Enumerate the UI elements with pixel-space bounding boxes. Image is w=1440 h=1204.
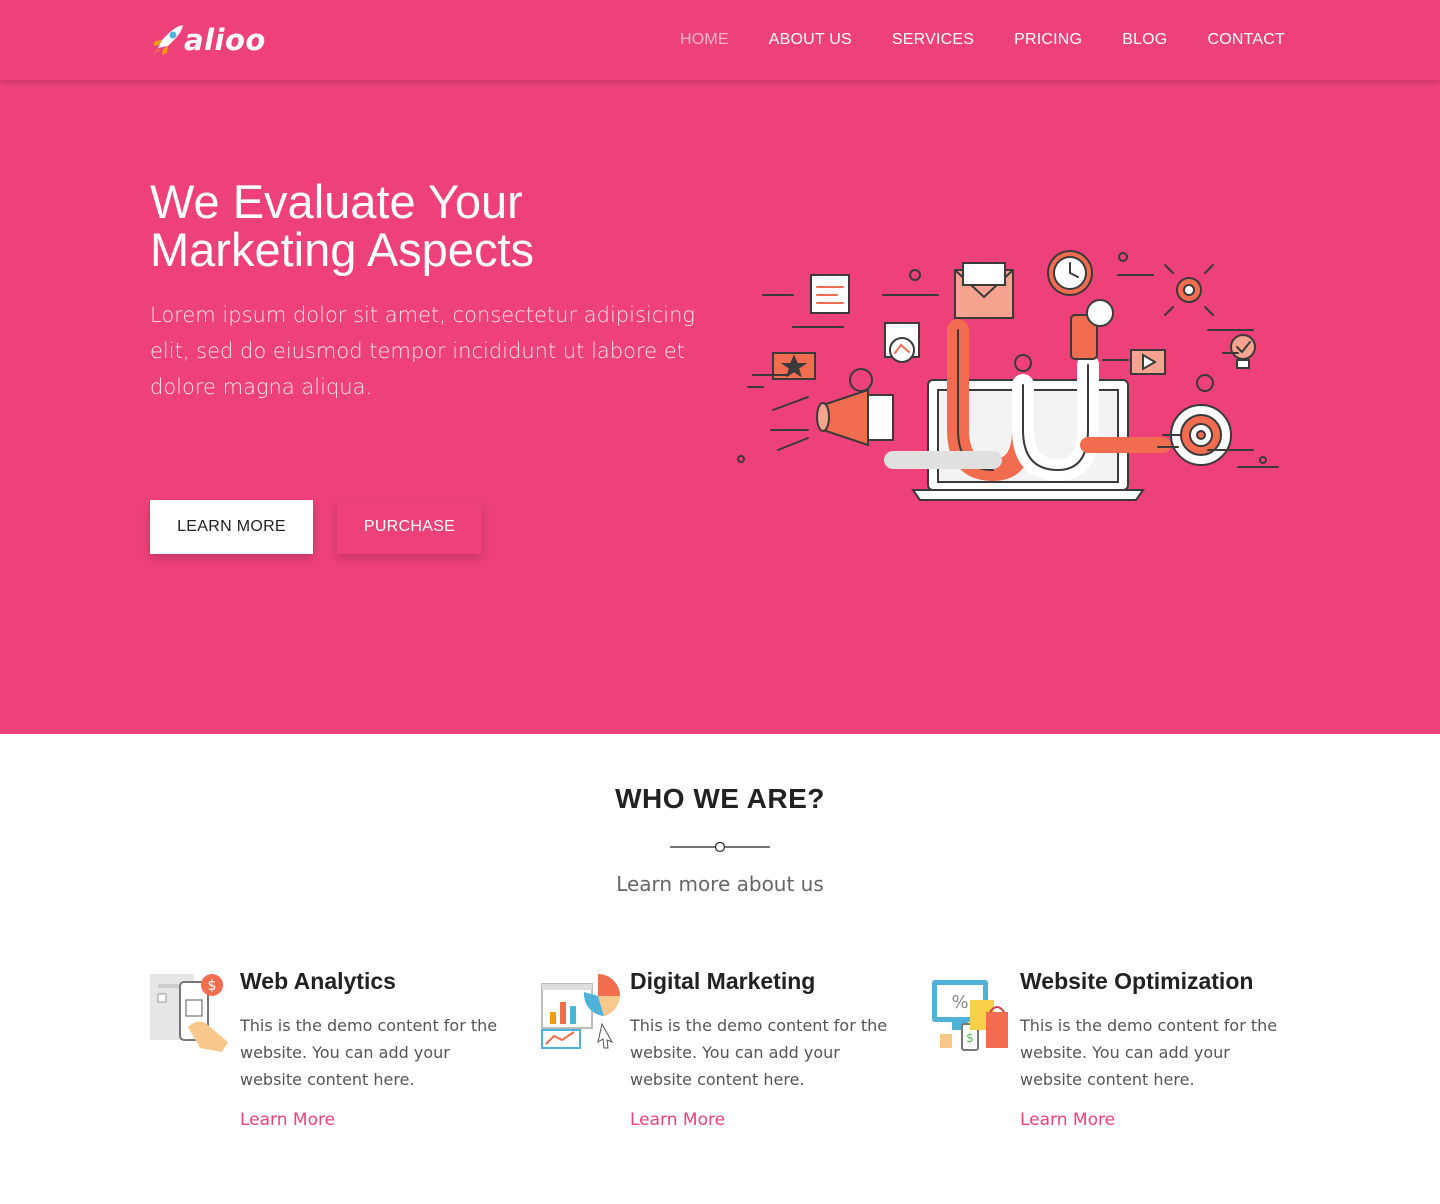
section-subtitle: Learn more about us [616,872,824,896]
navbar: alioo HOME ABOUT US SERVICES PRICING BLO… [0,0,1440,80]
purchase-button[interactable]: PURCHASE [337,500,482,554]
feature-learn-more-link[interactable]: Learn More [1020,1110,1115,1130]
feature-text: This is the demo content for the website… [630,1016,888,1089]
hero-description: Lorem ipsum dolor sit amet, consectetur … [150,303,696,399]
hero-title-line2: Marketing Aspects [150,223,535,276]
svg-text:%: % [951,992,968,1013]
svg-text:$: $ [966,1031,974,1045]
feature-learn-more-link[interactable]: Learn More [630,1110,725,1130]
hero-title-line1: We Evaluate Your [150,175,523,228]
feature-digital-marketing: Digital Marketing This is the demo conte… [540,968,910,1138]
feature-website-optimization: % $ Website Optimization This is the dem… [930,968,1300,1138]
section-title: WHO WE ARE? [615,783,825,814]
rocket-icon [153,25,183,55]
section-divider [670,841,770,853]
nav-home[interactable]: HOME [680,31,729,49]
mobile-payment-icon: $ [150,974,228,1052]
nav-pricing[interactable]: PRICING [1014,31,1082,49]
feature-learn-more-link[interactable]: Learn More [240,1110,335,1130]
hero-title: We Evaluate Your Marketing Aspects [150,178,750,274]
ecommerce-devices-icon: % $ [932,980,1008,1051]
svg-text:$: $ [208,978,217,994]
feature-title: Digital Marketing [630,968,816,994]
feature-text: This is the demo content for the website… [240,1016,498,1089]
brand-name: alioo [184,23,266,57]
feature-title: Web Analytics [240,968,396,994]
nav-contact[interactable]: CONTACT [1207,31,1285,49]
feature-text: This is the demo content for the website… [1020,1016,1278,1089]
nav-blog[interactable]: BLOG [1122,31,1167,49]
feature-title: Website Optimization [1020,968,1254,994]
marketing-funnel-illustration [737,250,1279,501]
nav-about-us[interactable]: ABOUT US [769,31,852,49]
feature-web-analytics: $ Web Analytics This is the demo content… [150,968,520,1138]
learn-more-button[interactable]: LEARN MORE [150,500,313,554]
hero-section: We Evaluate Your Marketing Aspects Lorem… [0,80,1440,734]
nav-services[interactable]: SERVICES [892,31,974,49]
brand-logo[interactable]: alioo [150,20,266,60]
main-nav: HOME ABOUT US SERVICES PRICING BLOG CONT… [640,0,1285,80]
analytics-dashboard-icon [541,974,620,1049]
